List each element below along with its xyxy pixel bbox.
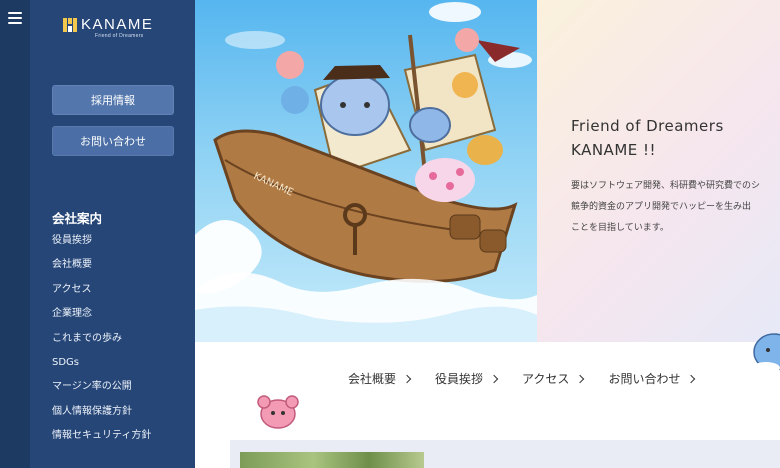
quick-links: 会社概要 役員挨拶 アクセス お問い合わせ xyxy=(348,370,719,387)
sidebar-item-sdgs[interactable]: SDGs xyxy=(52,355,151,379)
mascot-blue-icon xyxy=(752,333,780,374)
sidebar-item-privacy[interactable]: 個人情報保護方針 xyxy=(52,404,151,428)
logo-mark-icon xyxy=(63,18,77,32)
sidebar-item-history[interactable]: これまでの歩み xyxy=(52,331,151,355)
sidebar-item-security[interactable]: 情報セキュリティ方針 xyxy=(52,428,151,452)
logo-subtitle: Friend of Dreamers xyxy=(95,33,144,39)
hero-text-panel xyxy=(537,0,780,342)
hero-description: 要はソフトウェア開発、科研費や研究費でのシ 競争的資金のアプリ開発でハッピーを生… xyxy=(571,176,780,239)
logo-text: KANAME xyxy=(81,16,154,33)
hero-title-line2: KANAME !! xyxy=(571,141,657,159)
sidebar-item-margin[interactable]: マージン率の公開 xyxy=(52,379,151,403)
sidebar-item-access[interactable]: アクセス xyxy=(52,282,151,306)
chevron-right-icon xyxy=(576,374,585,383)
chevron-right-icon xyxy=(687,374,696,383)
link-label: アクセス xyxy=(522,372,570,386)
hero-title-line1: Friend of Dreamers xyxy=(571,117,724,135)
recruit-button[interactable]: 採用情報 xyxy=(52,85,174,115)
link-label: 会社概要 xyxy=(348,372,397,386)
company-section-title: 会社案内 xyxy=(52,211,103,226)
link-greeting[interactable]: 役員挨拶 xyxy=(435,370,499,387)
hero-desc-line1: 要はソフトウェア開発、科研費や研究費でのシ xyxy=(571,181,761,191)
pirate-ship-illustration: KANAME xyxy=(195,2,537,342)
menu-icon[interactable] xyxy=(8,12,22,24)
hero-desc-line2: 競争的資金のアプリ開発でハッピーを生み出 xyxy=(571,202,752,212)
hero-title: Friend of Dreamers KANAME !! xyxy=(571,114,724,162)
company-menu: 役員挨拶 会社概要 アクセス 企業理念 これまでの歩み SDGs マージン率の公… xyxy=(52,233,151,453)
hero-desc-line3: ことを目指しています。 xyxy=(571,223,669,233)
link-label: 役員挨拶 xyxy=(435,372,484,386)
logo[interactable]: KANAME Friend of Dreamers xyxy=(63,16,173,40)
sidebar: KANAME Friend of Dreamers 採用情報 お問い合わせ 会社… xyxy=(30,0,195,468)
hero-illustration: KANAME xyxy=(195,0,537,342)
sidebar-item-greeting[interactable]: 役員挨拶 xyxy=(52,233,151,257)
link-company-overview[interactable]: 会社概要 xyxy=(348,370,412,387)
link-contact[interactable]: お問い合わせ xyxy=(608,370,696,387)
content-photo xyxy=(240,452,424,468)
left-rail xyxy=(0,0,30,468)
link-access[interactable]: アクセス xyxy=(522,370,585,387)
chevron-right-icon xyxy=(402,374,412,383)
sidebar-item-overview[interactable]: 会社概要 xyxy=(52,257,151,281)
mascot-pink-icon xyxy=(257,395,299,429)
chevron-right-icon xyxy=(489,374,499,383)
sidebar-item-philosophy[interactable]: 企業理念 xyxy=(52,306,151,330)
contact-button[interactable]: お問い合わせ xyxy=(52,126,174,156)
link-label: お問い合わせ xyxy=(608,372,681,386)
